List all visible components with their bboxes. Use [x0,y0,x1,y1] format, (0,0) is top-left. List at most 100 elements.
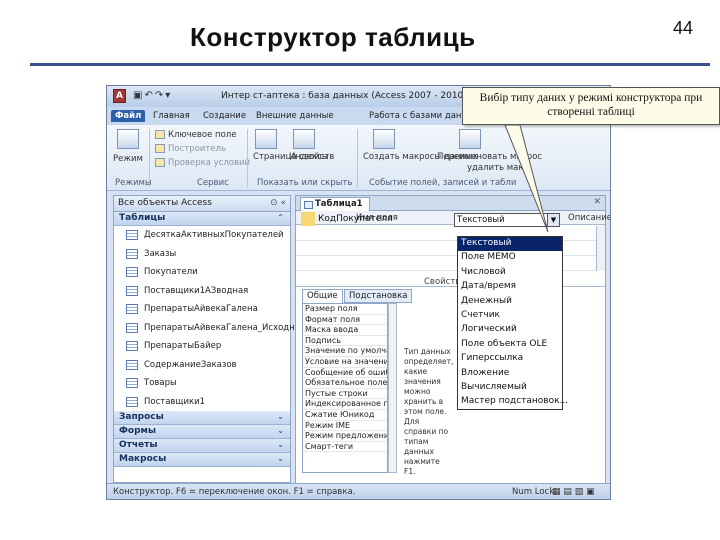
table-icon [126,359,138,370]
nav-pane-header[interactable]: Все объекты Access ⊙ « [114,196,290,212]
nav-table-item[interactable]: Поставщики1 [114,393,290,412]
property-row[interactable]: Режим IME [303,421,387,432]
nav-group-macros[interactable]: Макросы ⌄ [114,453,290,467]
slide: Конструктор таблиць 44 A ▣↶↷▾ Интер ст-а… [0,0,720,540]
chevron-down-icon[interactable]: ⌄ [277,440,284,449]
property-sheet-icon[interactable] [255,129,277,149]
tab-lookup[interactable]: Подстановка [344,289,413,303]
nav-table-item[interactable]: ДесяткаАктивныхПокупателей [114,226,290,245]
property-row[interactable]: Смарт-теги [303,442,387,453]
nav-group-queries[interactable]: Запросы ⌄ [114,411,290,425]
property-row[interactable]: Размер поля [303,304,387,315]
chevron-up-icon[interactable]: ⌃ [277,213,284,222]
property-row[interactable]: Подпись [303,336,387,347]
tab-external-data[interactable]: Внешние данные [252,110,338,122]
builder-button[interactable]: Построитель [155,144,226,154]
ribbon-separator [149,129,150,187]
dropdown-option[interactable]: Текстовый [458,237,562,252]
tab-file[interactable]: Файл [111,110,146,122]
rename-macro-button[interactable]: Переименовать макрос [437,152,542,162]
property-row[interactable]: Маска ввода [303,325,387,336]
table-icon [126,304,138,314]
table-icon [126,341,138,351]
property-row[interactable]: Условие на значение [303,357,387,368]
tab-create[interactable]: Создание [199,110,250,122]
property-row[interactable]: Формат поля [303,315,387,326]
nav-table-item[interactable]: СодержаниеЗаказов [114,356,290,375]
tab-general[interactable]: Общие [302,289,343,303]
customize-qat-icon[interactable]: ▾ [165,90,172,101]
nav-table-item[interactable]: Заказы [114,245,290,264]
properties-list: Размер поля Формат поля Маска ввода Подп… [302,303,388,473]
view-mode-icon[interactable] [117,129,139,149]
save-icon[interactable]: ▣ [133,90,144,101]
redo-icon[interactable]: ↷ [155,90,165,101]
table-icon [126,267,138,277]
indexes-icon[interactable] [293,129,315,149]
field-name-input[interactable]: КодПокупателя [316,213,448,226]
view-switcher-icons[interactable]: ▦ ▤ ▧ ▣ [552,487,595,497]
dropdown-option[interactable]: Поле MEMO [458,251,562,265]
table-icon [304,201,313,209]
nav-group-tables[interactable]: Таблицы ⌃ [114,212,290,226]
chevron-down-icon[interactable]: ⌄ [277,412,284,421]
nav-group-reports[interactable]: Отчеты ⌄ [114,439,290,453]
create-macros-icon[interactable] [373,129,395,149]
chevron-down-icon[interactable]: ⌄ [277,426,284,435]
dropdown-option[interactable]: Денежный [458,295,562,309]
dropdown-option[interactable]: Поле объекта OLE [458,338,562,352]
dropdown-option[interactable]: Мастер подстановок... [458,395,568,409]
dropdown-option[interactable]: Гиперссылка [458,352,562,366]
check-conditions-button[interactable]: Проверка условий [155,158,250,168]
property-row[interactable]: Сжатие Юникод [303,410,387,421]
property-row[interactable]: Обязательное поле [303,378,387,389]
callout-note: Вибір типу даних у режимі конструктора п… [462,87,720,125]
undo-icon[interactable]: ↶ [144,90,154,101]
key-field-button[interactable]: Ключевое поле [155,130,236,140]
nav-table-item[interactable]: Покупатели [114,263,290,282]
indexes-button[interactable]: Индексы [289,152,329,162]
chevron-down-icon[interactable]: ⌄ [277,454,284,463]
properties-scrollbar[interactable] [388,303,397,473]
nav-group-forms[interactable]: Формы ⌄ [114,425,290,439]
dropdown-arrow-icon[interactable]: ▼ [547,214,559,226]
dropdown-option[interactable]: Логический [458,323,562,337]
dropdown-option[interactable]: Вложение [458,367,562,381]
tab-database-tools[interactable]: Работа с базами данн [365,110,471,122]
data-type-dropdown-list: Текстовый Поле MEMO Числовой Дата/время … [457,236,568,410]
ribbon-separator [357,129,358,187]
nav-table-item[interactable]: ПрепаратыАйвекаГалена [114,300,290,319]
property-row[interactable]: Пустые строки [303,389,387,400]
primary-key-selector[interactable] [301,212,315,226]
rename-macro-icon[interactable] [459,129,481,149]
view-mode-button[interactable]: Режим [113,154,143,164]
slide-page-number: 44 [673,18,694,38]
nav-table-item[interactable]: Поставщики1АЗводная [114,282,290,301]
nav-pane-controls[interactable]: ⊙ « [270,198,286,208]
num-lock-indicator: Num Lock [512,487,555,497]
dropdown-option[interactable]: Вычисляемый [458,381,562,395]
grid-scrollbar[interactable] [596,226,605,271]
property-row[interactable]: Значение по умолчанию [303,346,387,357]
property-row[interactable]: Индексированное поле [303,399,387,410]
dropdown-option[interactable]: Счетчик [458,309,562,323]
nav-table-item[interactable]: ПрепаратыБайер [114,337,290,356]
nav-table-item[interactable]: Товары [114,374,290,393]
access-app-icon[interactable]: A [113,89,126,103]
delete-macro-button[interactable]: удалить макр [467,163,529,173]
window-title: Интер ст-аптека : база данных (Access 20… [221,91,489,101]
tab-table1[interactable]: Таблица1 [300,197,370,211]
table-icon [126,322,138,333]
table-icon [126,378,138,388]
key-icon [155,130,165,139]
dropdown-option[interactable]: Дата/время [458,280,562,294]
check-icon [155,158,165,167]
property-row[interactable]: Сообщение об ошибке [303,368,387,379]
close-icon[interactable]: ✕ [593,197,601,207]
dropdown-option[interactable]: Числовой [458,266,562,280]
group-views-label: Режимы [115,178,152,188]
nav-table-item[interactable]: ПрепаратыАйвекаГалена_Исходная [114,319,305,338]
property-row[interactable]: Режим предложений IME [303,431,387,442]
data-type-select[interactable]: Текстовый ▼ [454,213,560,227]
tab-home[interactable]: Главная [149,110,194,122]
